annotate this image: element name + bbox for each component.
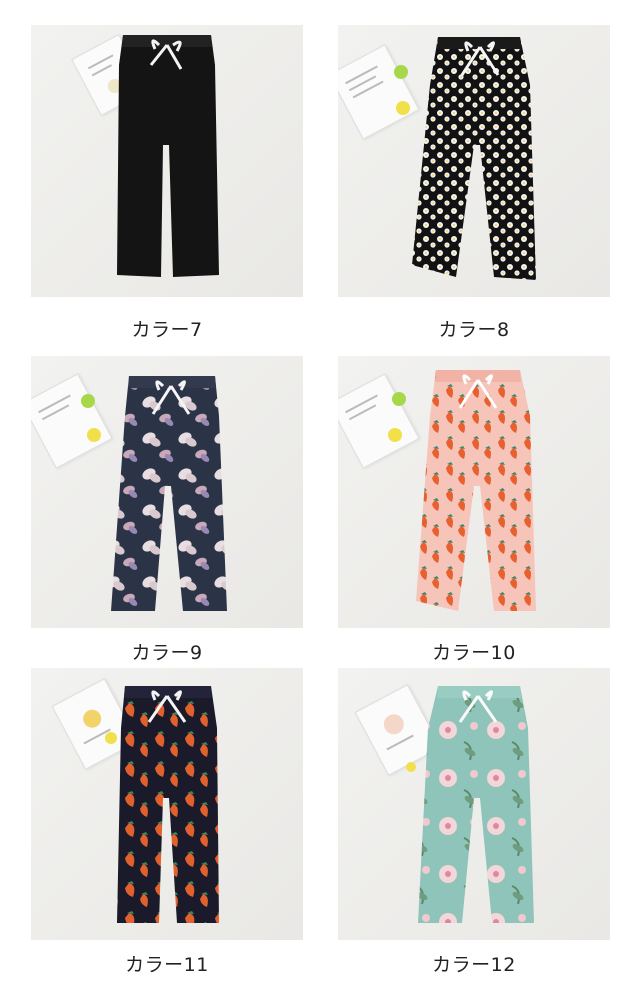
product-photo-4[interactable]	[338, 356, 610, 628]
color-caption-2: カラー8	[438, 319, 510, 341]
color-caption-4: カラー10	[432, 642, 516, 664]
product-photo-2[interactable]	[338, 25, 610, 297]
product-photo-6[interactable]	[338, 668, 610, 940]
product-photo-5[interactable]	[31, 668, 303, 940]
pants-image-2	[412, 37, 536, 280]
color-caption-1: カラー7	[131, 319, 203, 341]
product-photo-3[interactable]	[31, 356, 303, 628]
pants-image-6	[418, 686, 534, 923]
pants-image-3	[111, 376, 227, 611]
product-photo-1[interactable]	[31, 25, 303, 297]
pants-image-5	[117, 686, 219, 923]
pants-image-1	[117, 35, 219, 277]
color-caption-5: カラー11	[125, 954, 209, 976]
color-caption-6: カラー12	[432, 954, 516, 976]
color-caption-3: カラー9	[131, 642, 203, 664]
pants-image-4	[416, 370, 536, 611]
